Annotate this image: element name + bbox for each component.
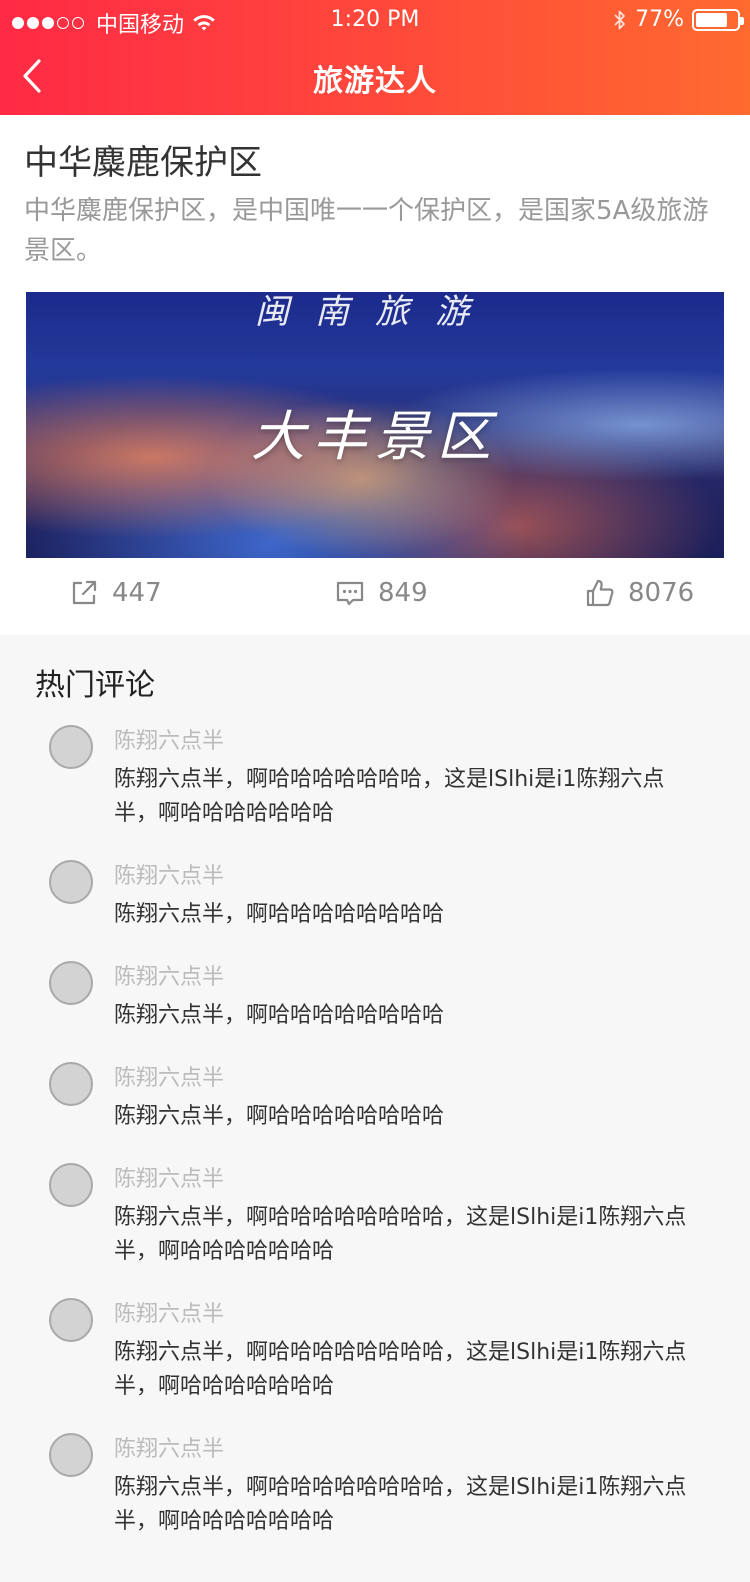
comment-author[interactable]: 陈翔六点半	[114, 1161, 224, 1193]
comment-text: 陈翔六点半，啊哈哈哈哈哈哈哈哈	[114, 902, 445, 927]
status-right: 77%	[613, 7, 744, 32]
comment-author[interactable]: 陈翔六点半	[114, 1296, 224, 1328]
article-stats: 447 849 8076	[0, 577, 750, 617]
comment-text: 陈翔六点半，啊哈哈哈哈哈哈哈哈，这是lSlhi是i1陈翔六点半，啊哈哈哈哈哈哈哈	[114, 1340, 687, 1399]
hot-comments-heading: 热门评论	[35, 668, 155, 703]
share-icon	[72, 580, 97, 605]
comment-author[interactable]: 陈翔六点半	[114, 959, 224, 991]
navigation-bar: 旅游达人	[0, 40, 750, 115]
comment-text: 陈翔六点半，啊哈哈哈哈哈哈哈哈	[114, 1104, 445, 1129]
bluetooth-icon	[614, 10, 625, 29]
page-title: 旅游达人	[313, 64, 437, 99]
comment-count: 849	[378, 578, 428, 608]
thumbs-up-icon	[586, 579, 614, 607]
battery-icon	[692, 8, 744, 31]
avatar[interactable]	[49, 1163, 93, 1207]
article-title: 中华麋鹿保护区	[24, 143, 262, 183]
like-button[interactable]: 8076	[584, 577, 694, 609]
comment-author[interactable]: 陈翔六点半	[114, 1431, 224, 1463]
avatar[interactable]	[49, 860, 93, 904]
header-bar: 中国移动 1:20 PM 77% 旅游达人	[0, 0, 750, 115]
comment-text: 陈翔六点半，啊哈哈哈哈哈哈哈哈	[114, 1003, 445, 1028]
article-image[interactable]: 闽南旅游 大丰景区	[26, 292, 724, 558]
image-caption-main: 大丰景区	[251, 405, 499, 468]
battery-fill	[696, 12, 727, 27]
comment-author[interactable]: 陈翔六点半	[114, 723, 224, 755]
avatar[interactable]	[49, 1298, 93, 1342]
image-caption-top: 闽南旅游	[255, 292, 495, 332]
comment-text: 陈翔六点半，啊哈哈哈哈哈哈哈哈，这是lSlhi是i1陈翔六点半，啊哈哈哈哈哈哈哈	[114, 1475, 687, 1534]
battery-cap	[740, 16, 744, 25]
comment-author[interactable]: 陈翔六点半	[114, 858, 224, 890]
comment-author[interactable]: 陈翔六点半	[114, 1060, 224, 1092]
avatar[interactable]	[49, 725, 93, 769]
like-count: 8076	[628, 578, 695, 608]
status-bar: 中国移动 1:20 PM 77%	[0, 0, 750, 40]
comment-icon	[336, 581, 364, 606]
share-count: 447	[112, 578, 162, 608]
comment-text: 陈翔六点半，啊哈哈哈哈哈哈哈，这是lSlhi是i1陈翔六点半，啊哈哈哈哈哈哈哈	[114, 767, 665, 826]
article-description: 中华麋鹿保护区，是中国唯一一个保护区，是国家5A级旅游景区。	[24, 196, 709, 266]
avatar[interactable]	[49, 1433, 93, 1477]
battery-percent: 77%	[635, 7, 684, 32]
avatar[interactable]	[49, 1062, 93, 1106]
comment-text: 陈翔六点半，啊哈哈哈哈哈哈哈哈，这是lSlhi是i1陈翔六点半，啊哈哈哈哈哈哈哈	[114, 1205, 687, 1264]
share-button[interactable]: 447	[68, 577, 162, 609]
article-card: 中华麋鹿保护区 中华麋鹿保护区，是中国唯一一个保护区，是国家5A级旅游景区。 闽…	[0, 115, 750, 635]
avatar[interactable]	[49, 961, 93, 1005]
